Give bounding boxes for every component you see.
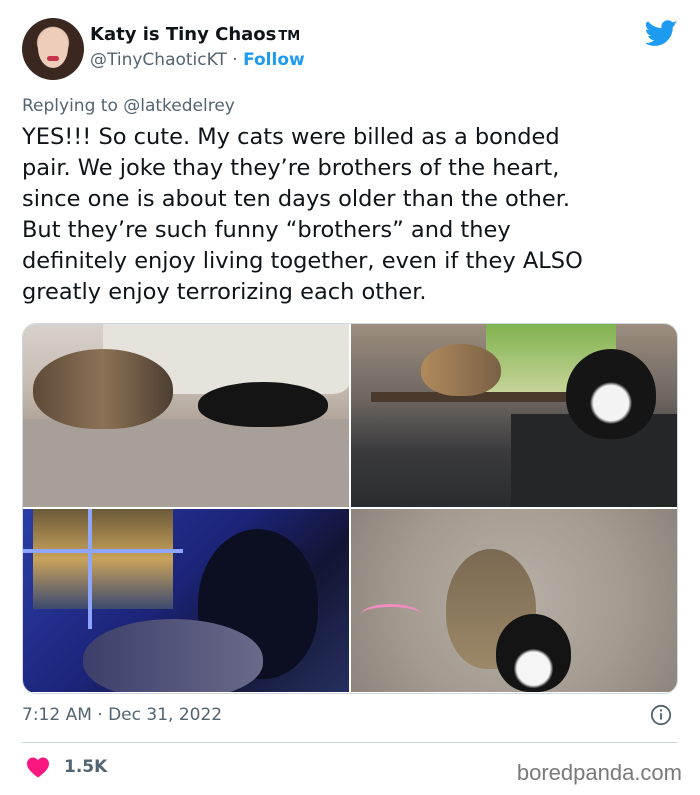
follow-button[interactable]: Follow [243, 50, 305, 70]
tweet-text: YES!!! So cute. My cats were billed as a… [22, 124, 583, 305]
photo-cats-on-carpet[interactable] [351, 509, 677, 692]
media-grid [22, 323, 678, 694]
twitter-bird-icon[interactable] [646, 20, 678, 47]
like-count: 1.5K [64, 757, 108, 777]
watermark: boredpanda.com [516, 760, 682, 785]
info-icon[interactable] [650, 704, 672, 726]
replying-to: Replying to @latkedelrey [22, 96, 235, 116]
separator-dot: · [232, 50, 238, 70]
divider [22, 742, 678, 743]
like-action[interactable]: 1.5K [26, 756, 107, 778]
tweet-timestamp[interactable]: 7:12 AM · Dec 31, 2022 [22, 705, 222, 725]
tweet-card: Katy is Tiny Chaos TM @TinyChaoticKT · F… [0, 0, 700, 795]
avatar[interactable] [22, 18, 84, 80]
replying-handle[interactable]: @latkedelrey [123, 96, 235, 116]
photo-cats-on-desk[interactable] [351, 324, 677, 507]
photo-cats-on-couch[interactable] [23, 324, 349, 507]
author-handle-row: @TinyChaoticKT · Follow [90, 50, 305, 70]
author-handle[interactable]: @TinyChaoticKT [90, 50, 227, 70]
replying-prefix: Replying to [22, 96, 118, 116]
photo-cat-at-window-night[interactable] [23, 509, 349, 692]
author-name-suffix: TM [278, 29, 301, 44]
author-name[interactable]: Katy is Tiny Chaos [90, 24, 276, 45]
heart-icon[interactable] [26, 756, 50, 778]
author-name-row[interactable]: Katy is Tiny Chaos TM [90, 24, 300, 45]
